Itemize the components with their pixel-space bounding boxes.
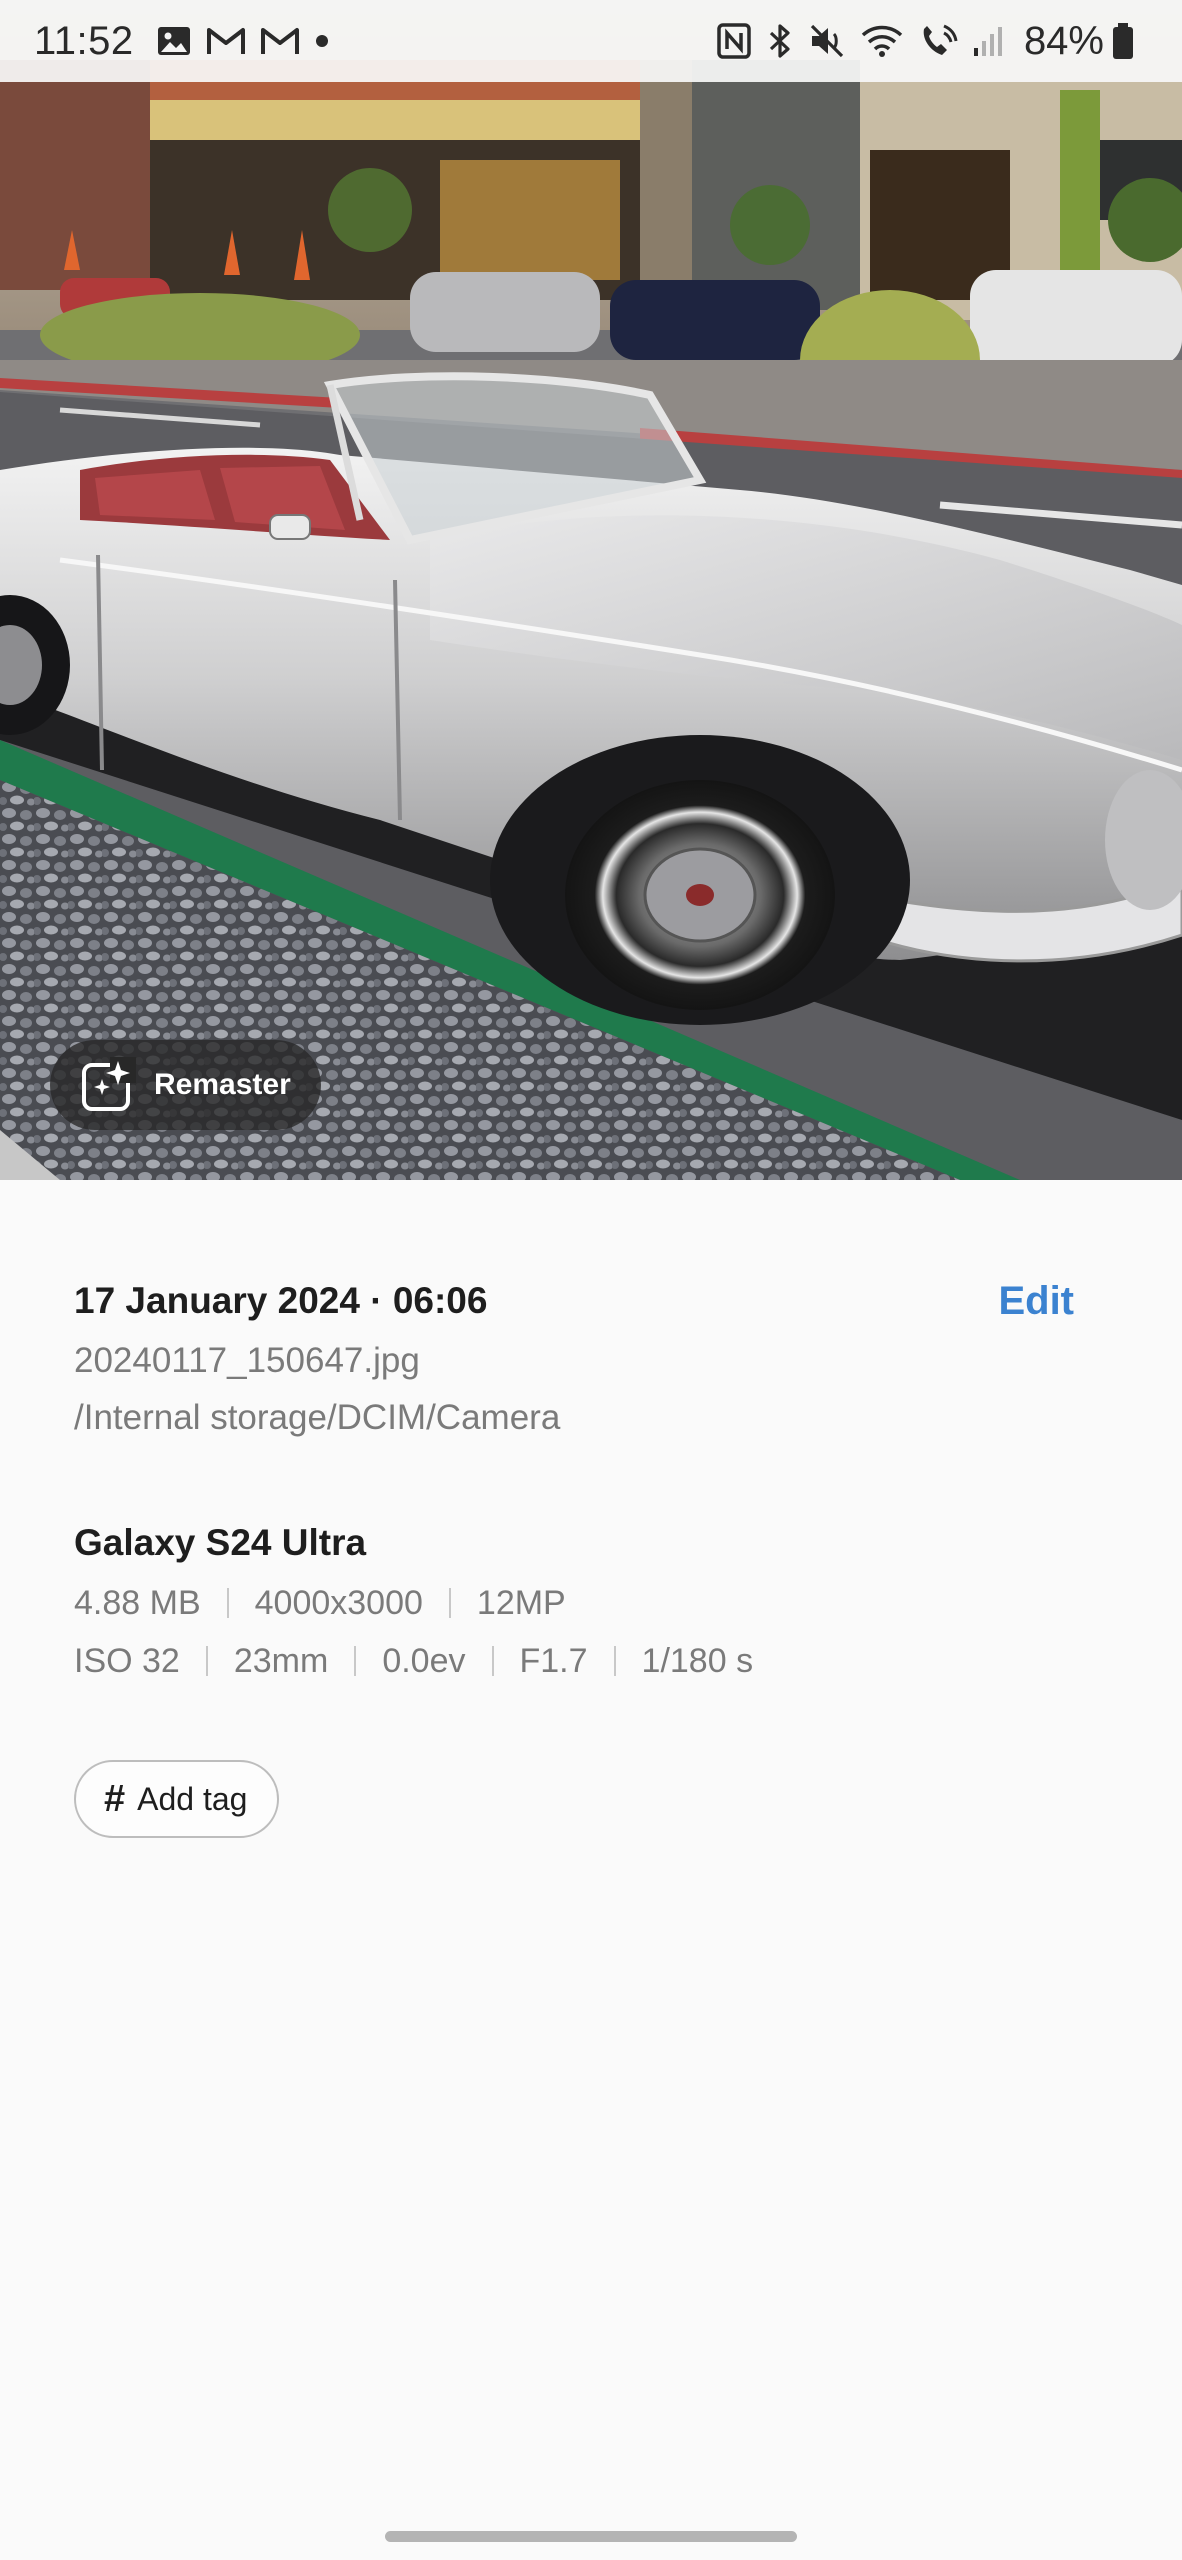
- shutter-speed: 1/180 s: [641, 1641, 754, 1680]
- battery-percentage: 84%: [1023, 18, 1104, 63]
- mute-icon: [808, 23, 846, 59]
- exposure-value: 0.0ev: [382, 1641, 466, 1680]
- wifi-calling-icon: [918, 23, 958, 59]
- file-specs-row: 4.88 MB 4000x3000 12MP: [74, 1574, 1114, 1632]
- remaster-button[interactable]: Remaster: [50, 1040, 321, 1130]
- resolution: 4000x3000: [254, 1583, 423, 1622]
- divider: [226, 1588, 229, 1618]
- gallery-notification-icon: [156, 25, 192, 57]
- divider: [491, 1646, 494, 1676]
- remaster-label: Remaster: [154, 1068, 291, 1101]
- aperture: F1.7: [519, 1641, 588, 1680]
- battery-icon: [1112, 22, 1134, 60]
- status-time: 11:52: [34, 18, 134, 63]
- divider: [354, 1646, 357, 1676]
- date-time-title: 17 January 2024 · 06:06: [74, 1280, 488, 1321]
- divider: [205, 1646, 208, 1676]
- gmail-icon: [260, 26, 300, 56]
- date-row: 17 January 2024 · 06:06 Edit: [74, 1270, 1114, 1332]
- file-size: 4.88 MB: [74, 1583, 201, 1622]
- hashtag-icon: #: [104, 1777, 126, 1820]
- home-indicator[interactable]: [385, 2531, 797, 2542]
- status-bar: 11:52 84%: [0, 0, 1182, 82]
- bluetooth-icon: [766, 22, 794, 60]
- device-name: Galaxy S24 Ultra: [74, 1522, 367, 1563]
- focal-length: 23mm: [233, 1641, 329, 1680]
- car-photo: [0, 0, 1182, 1180]
- gmail-icon: [206, 26, 246, 56]
- details-panel: 17 January 2024 · 06:06 Edit 20240117_15…: [74, 1270, 1114, 1838]
- signal-icon: [972, 24, 1004, 58]
- camera-specs-row: ISO 32 23mm 0.0ev F1.7 1/180 s: [74, 1632, 1114, 1690]
- filename: 20240117_150647.jpg: [74, 1341, 420, 1380]
- add-tag-label: Add tag: [137, 1780, 248, 1817]
- add-tag-button[interactable]: # Add tag: [74, 1760, 280, 1838]
- divider: [448, 1588, 451, 1618]
- file-path: /Internal storage/DCIM/Camera: [74, 1398, 561, 1437]
- nfc-icon: [716, 22, 752, 60]
- megapixels: 12MP: [476, 1583, 566, 1622]
- edit-button[interactable]: Edit: [998, 1279, 1074, 1324]
- divider: [613, 1646, 616, 1676]
- more-notifications-dot-icon: [314, 33, 330, 49]
- iso-value: ISO 32: [74, 1641, 180, 1680]
- photo-viewer[interactable]: Remaster: [0, 0, 1182, 1180]
- wifi-icon: [860, 23, 904, 59]
- sparkle-image-icon: [80, 1057, 136, 1113]
